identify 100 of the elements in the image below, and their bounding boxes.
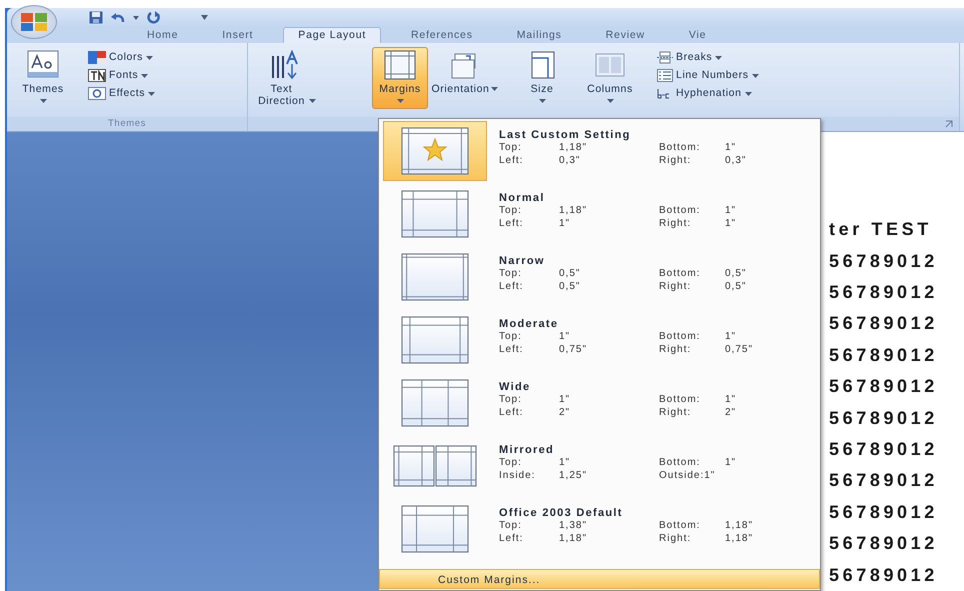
document-text: 56789012 — [829, 280, 939, 304]
ribbon-button[interactable]: Size — [514, 47, 570, 110]
themes-icon — [27, 50, 59, 80]
margin-value: 1" — [559, 457, 572, 470]
ribbon-button[interactable]: Orientation — [428, 47, 502, 110]
margin-value: Bottom: — [659, 142, 702, 154]
menu-item[interactable]: Last Custom Setting Top: 1,18" Bottom: 1" Left: 0,3" Right: 0,3" — [379, 121, 820, 184]
margin-value: Top: — [499, 520, 523, 532]
menu-item-title: Moderate — [499, 318, 560, 331]
menu-item[interactable]: Narrow Top: 0,5" Bottom: 0,5" Left: 0,5" Right: 0,5" — [379, 247, 820, 310]
margin-value: Left: — [499, 218, 524, 230]
page-margins-icon — [401, 253, 469, 301]
document-text: 56789012 — [829, 344, 939, 367]
margin-value: 1,18" — [725, 532, 754, 545]
ribbon-button[interactable]: Breaks — [654, 49, 762, 66]
ribbon-button[interactable]: Hyphenation — [654, 85, 762, 102]
margin-value: Left: — [499, 406, 524, 419]
menu-item[interactable]: Wide Top: 1" Bottom: 1" Left: 2" Right: 2" — [379, 373, 820, 436]
group-label: Themes — [108, 118, 146, 130]
margin-value: Left: — [499, 154, 524, 167]
document-text: 56789012 — [829, 250, 939, 273]
menu-item-title: Last Custom Setting — [499, 129, 632, 142]
menu-item-title: Mirrored — [499, 444, 556, 457]
document-text: 56789012 — [829, 438, 939, 461]
margin-value: Top: — [499, 268, 523, 280]
custom-margins-item[interactable]: Custom Margins... — [379, 569, 820, 589]
ribbon-tab[interactable]: Home — [125, 27, 200, 44]
margin-value: 1" — [725, 205, 738, 218]
margin-value: Outside:1" — [659, 470, 716, 482]
ribbon-tab[interactable]: Review — [584, 27, 667, 44]
margin-value: 1" — [725, 142, 738, 154]
margin-value: 1,38" — [559, 520, 588, 532]
margin-value: Top: — [499, 331, 523, 344]
redo-icon[interactable] — [147, 11, 161, 24]
margin-value: Top: — [499, 205, 523, 218]
margin-value: Top: — [499, 394, 523, 406]
margins-icon — [384, 50, 416, 80]
ribbon-button[interactable]: Margins — [372, 47, 428, 110]
caret-icon[interactable] — [133, 16, 139, 20]
menu-item-title: Wide — [499, 381, 532, 394]
ribbon-button[interactable]: Columns — [578, 47, 642, 110]
margin-value: Top: — [499, 142, 523, 154]
page-margins-icon — [401, 127, 469, 175]
margin-value: Top: — [499, 457, 523, 470]
margin-value: 0,75" — [725, 344, 754, 356]
page-margins-icon — [401, 316, 469, 364]
margin-value: Right: — [659, 406, 692, 419]
margin-value: 2" — [725, 406, 738, 419]
margin-value: 1" — [559, 331, 572, 344]
margin-value: Inside: — [499, 470, 536, 482]
ribbon-button[interactable]: Text Direction — [254, 47, 318, 110]
margin-value: 1,18" — [559, 205, 588, 218]
color-swatch-icon — [88, 51, 106, 64]
margin-value: 1" — [559, 394, 572, 406]
margin-value: 0,3" — [725, 154, 748, 167]
margin-value: Left: — [499, 280, 524, 293]
margin-value: 1,25" — [559, 470, 588, 482]
margin-value: Left: — [499, 532, 524, 545]
dialog-launcher-icon[interactable] — [945, 120, 953, 128]
undo-icon[interactable] — [111, 12, 125, 24]
margin-value: 0,5" — [725, 268, 748, 280]
ribbon-button[interactable]: Colors — [85, 49, 158, 66]
menu-item[interactable]: Normal Top: 1,18" Bottom: 1" Left: 1" Right: 1" — [379, 184, 820, 247]
document-text: ter TEST — [829, 218, 933, 242]
ribbon-button[interactable]: Line Numbers — [654, 67, 762, 84]
ribbon-tab[interactable]: Page Layout — [283, 27, 382, 44]
page-margins-icon — [401, 505, 469, 553]
ribbon-tab[interactable]: Mailings — [494, 27, 584, 44]
logo-icon — [20, 12, 48, 32]
menu-item[interactable]: Office 2003 Default Top: 1,38" Bottom: 1,18" Left: 1,18" Right: 1,18" — [379, 499, 820, 562]
margin-value: 0,5" — [559, 268, 582, 280]
margin-value: 1,18" — [559, 142, 588, 154]
margin-value: Left: — [499, 344, 524, 356]
margin-value: Right: — [659, 280, 692, 293]
menu-item-title: Office 2003 Default — [499, 507, 624, 520]
customize-caret-icon[interactable] — [201, 15, 208, 20]
menu-item[interactable]: Mirrored Top: 1" Bottom: 1" Inside: 1,25" Outside:1" — [379, 436, 820, 499]
margin-value: 0,5" — [559, 280, 582, 293]
ribbon-button[interactable]: Fonts — [85, 67, 158, 84]
document-text: 56789012 — [829, 312, 939, 336]
ribbon-button[interactable]: Effects — [85, 85, 158, 102]
menu-item[interactable]: Moderate Top: 1" Bottom: 1" Left: 0,75" Right: 0,75" — [379, 310, 820, 373]
margin-value: 1,18" — [725, 520, 754, 532]
save-icon[interactable] — [89, 11, 103, 24]
ribbon-tab[interactable]: References — [389, 27, 495, 44]
margin-value: 1" — [725, 394, 738, 406]
margin-value: 0,5" — [725, 280, 748, 293]
margin-value: 1" — [559, 218, 572, 230]
margin-value: Right: — [659, 344, 692, 356]
document-text: 56789012 — [829, 564, 939, 587]
margin-value: Bottom: — [659, 520, 702, 532]
effects-icon — [88, 87, 106, 100]
ribbon-button[interactable]: Themes — [15, 47, 71, 110]
document-text: 56789012 — [829, 500, 939, 524]
margin-value: Bottom: — [659, 205, 702, 218]
margin-value: 1" — [725, 218, 738, 230]
line-numbers-icon — [657, 69, 673, 82]
ribbon-tab[interactable]: Insert — [200, 27, 276, 44]
ribbon-tab[interactable]: Vie — [666, 27, 728, 44]
margin-value: Right: — [659, 218, 692, 230]
